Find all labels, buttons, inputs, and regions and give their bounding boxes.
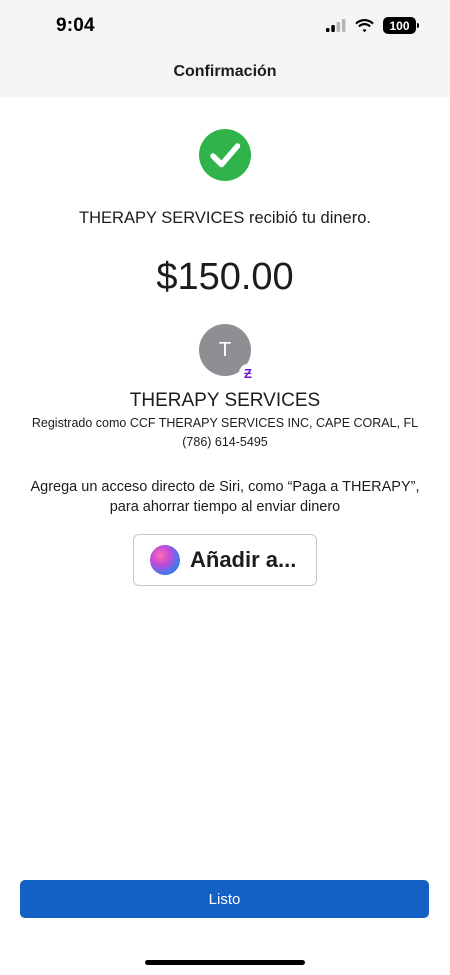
battery-cap — [417, 23, 419, 28]
recipient-phone: (786) 614-5495 — [182, 435, 268, 449]
check-circle-icon — [199, 129, 251, 181]
top-bar: 9:04 100 Confirmación — [0, 0, 450, 97]
confirmation-message: THERAPY SERVICES recibió tu dinero. — [79, 209, 371, 227]
recipient-name: THERAPY SERVICES — [129, 390, 321, 411]
add-to-siri-button[interactable]: Añadir a... — [133, 534, 317, 586]
status-bar: 9:04 100 — [0, 0, 450, 54]
siri-prompt-line1: Agrega un acceso directo de Siri, como “… — [30, 479, 420, 495]
zelle-icon: Ƶ — [239, 364, 257, 382]
done-label: Listo — [208, 890, 241, 908]
home-indicator[interactable] — [145, 960, 305, 965]
add-to-siri-label: Añadir a... — [190, 547, 297, 572]
cellular-signal-icon — [326, 19, 346, 32]
avatar-initial: T — [218, 338, 232, 361]
done-button[interactable]: Listo — [20, 880, 429, 918]
registered-as: Registrado como CCF THERAPY SERVICES INC… — [31, 416, 419, 430]
status-time: 9:04 — [56, 15, 95, 36]
amount: $150.00 — [156, 256, 294, 298]
battery-icon: 100 — [383, 17, 419, 34]
battery-level: 100 — [389, 18, 410, 33]
siri-prompt-line2: para ahorrar tiempo al enviar dinero — [109, 499, 341, 515]
status-icons: 100 — [326, 17, 419, 34]
siri-icon — [150, 545, 180, 575]
wifi-icon — [355, 18, 374, 32]
page-title: Confirmación — [173, 63, 277, 80]
